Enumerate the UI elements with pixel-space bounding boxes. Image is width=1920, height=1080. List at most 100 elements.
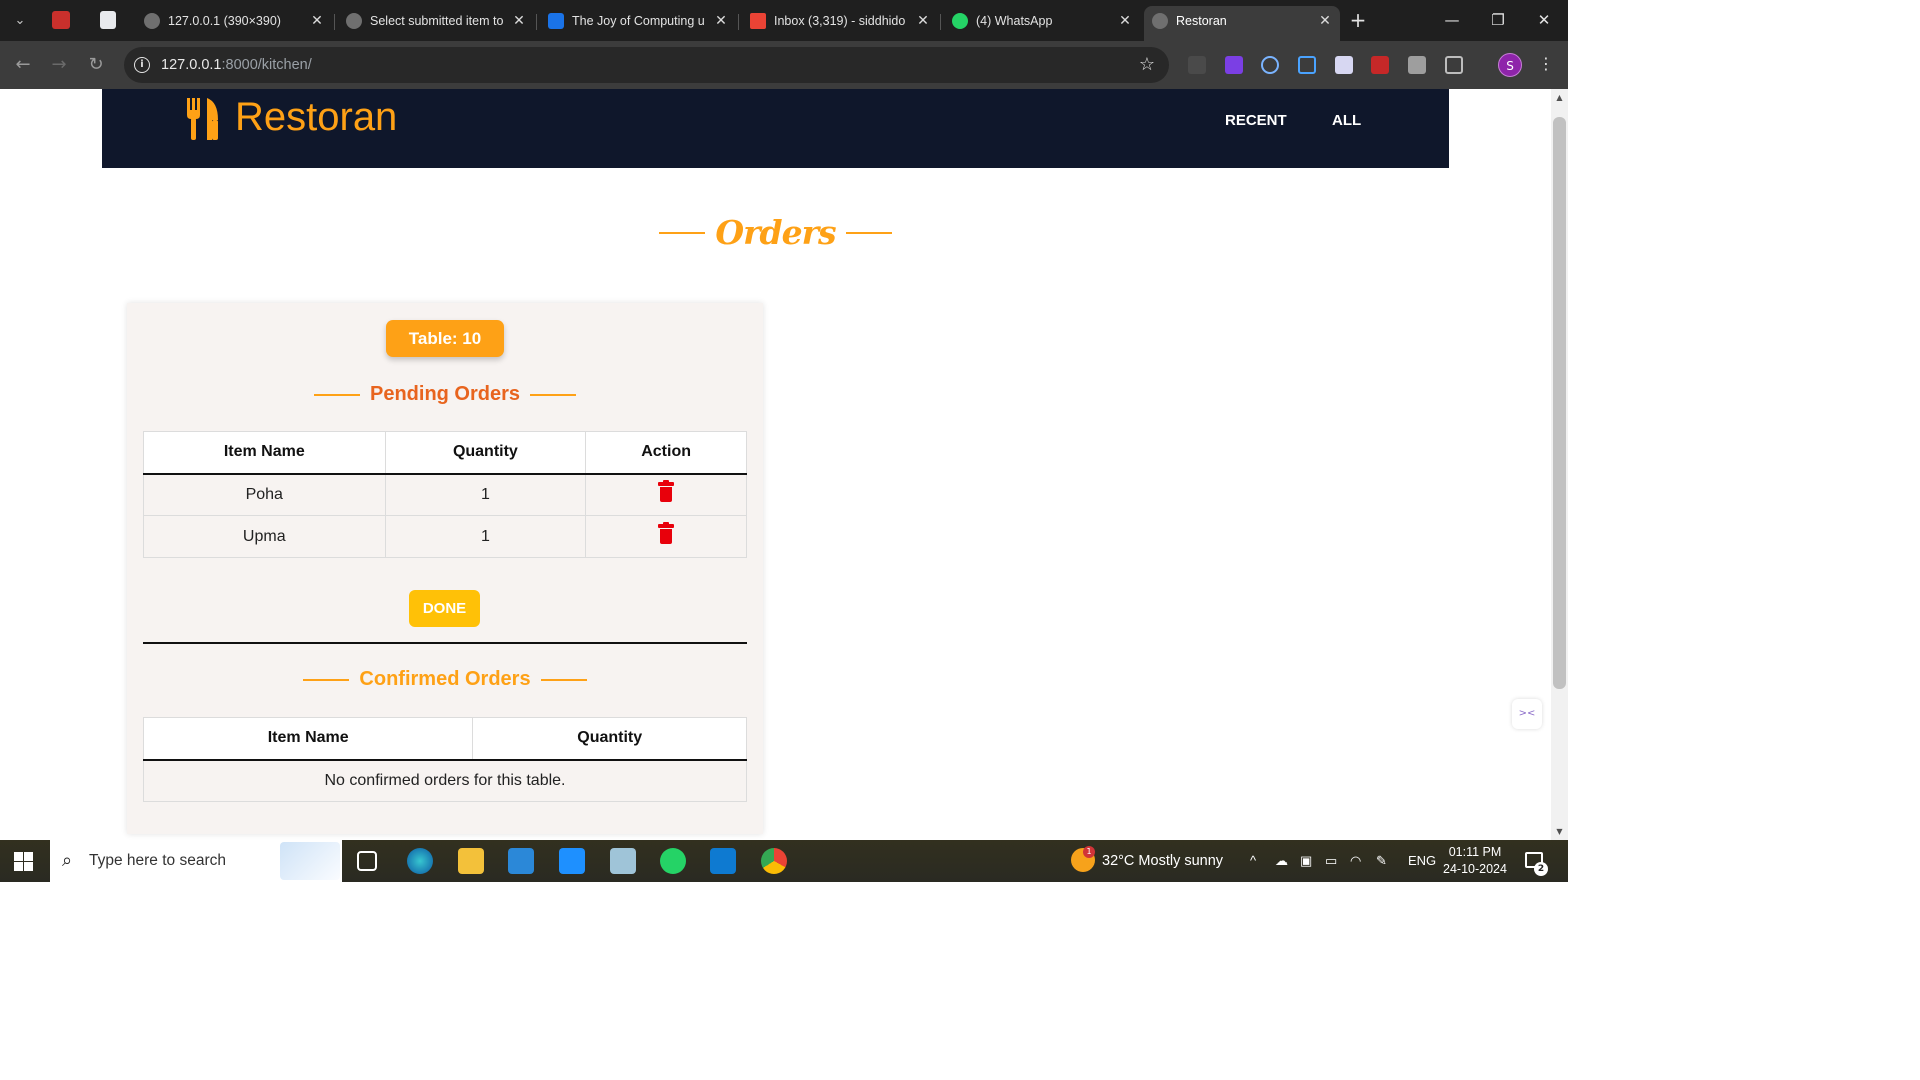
minimize-icon[interactable]: —: [1440, 9, 1464, 31]
heading-rule-right: [845, 231, 892, 234]
mail-icon[interactable]: [559, 848, 585, 874]
scroll-down-icon[interactable]: ▼: [1551, 827, 1568, 836]
gmail-icon: [750, 13, 766, 29]
heading-rule-left: [313, 393, 360, 396]
close-tab-icon[interactable]: ✕: [1318, 6, 1332, 36]
done-button[interactable]: DONE: [409, 590, 480, 627]
meet-now-icon[interactable]: ▣: [1300, 840, 1312, 882]
notes-app-icon[interactable]: [610, 848, 636, 874]
pinned-tab-pdf-icon[interactable]: [52, 11, 70, 29]
notification-count-badge: 2: [1534, 862, 1548, 876]
column-header-item-name: Item Name: [142, 717, 474, 760]
extension-gear-icon[interactable]: [1261, 56, 1279, 74]
extension-crop-icon[interactable]: [1298, 56, 1316, 74]
extension-check-icon[interactable]: [1225, 56, 1243, 74]
trash-icon[interactable]: [658, 522, 675, 544]
heading-rule-left: [659, 231, 706, 234]
item-name-cell: Upma: [143, 515, 386, 558]
reading-mode-icon[interactable]: [1188, 56, 1206, 74]
weather-text[interactable]: 32°C Mostly sunny: [1102, 840, 1223, 882]
extension-qr-icon[interactable]: [1408, 56, 1426, 74]
browser-tab-5[interactable]: (4) WhatsApp ✕: [944, 6, 1140, 36]
orders-heading: Orders: [0, 213, 1551, 252]
back-icon[interactable]: ←: [12, 54, 34, 76]
table-number-badge: Table: 10: [386, 320, 504, 357]
microsoft-store-icon[interactable]: [508, 848, 534, 874]
close-tab-icon[interactable]: ✕: [512, 6, 526, 36]
battery-icon[interactable]: ▭: [1325, 840, 1337, 882]
brand-logo-text[interactable]: Restoran: [235, 95, 397, 140]
utensils-icon: [187, 98, 218, 140]
system-clock[interactable]: 01:11 PM 24-10-2024: [1440, 844, 1510, 878]
address-bar[interactable]: i 127.0.0.1:8000/kitchen/ ☆: [124, 47, 1169, 83]
tab-search-dropdown-icon[interactable]: ⌄: [9, 10, 31, 32]
language-indicator[interactable]: ENG: [1408, 840, 1436, 882]
pending-orders-table: Item Name Quantity Action Poha 1 Upma 1: [143, 431, 747, 558]
task-view-icon[interactable]: [357, 851, 377, 871]
page-scrollbar[interactable]: ▲ ▼: [1551, 89, 1568, 840]
tab-separator: [334, 14, 335, 30]
search-icon: ⌕: [62, 850, 73, 871]
bookmark-star-icon[interactable]: ☆: [1139, 47, 1155, 83]
browser-tab-2[interactable]: Select submitted item to ✕: [338, 6, 534, 36]
windows-taskbar: ⌕ Type here to search 1 32°C Mostly sunn…: [0, 840, 1568, 882]
scroll-up-icon[interactable]: ▲: [1551, 93, 1568, 102]
section-divider: [143, 642, 747, 644]
reload-icon[interactable]: ↻: [85, 54, 107, 76]
browser-tab-4[interactable]: Inbox (3,319) - siddhido ✕: [742, 6, 938, 36]
clock-date: 24-10-2024: [1443, 862, 1507, 876]
restore-icon[interactable]: ❐: [1486, 9, 1510, 31]
edge-browser-icon[interactable]: [407, 848, 433, 874]
window-close-icon[interactable]: ✕: [1532, 9, 1556, 31]
weather-alert-badge: 1: [1083, 846, 1095, 858]
extensions-puzzle-icon[interactable]: [1445, 56, 1463, 74]
column-header-action: Action: [585, 431, 747, 474]
url-host: 127.0.0.1: [161, 57, 222, 73]
extension-record-icon[interactable]: [1371, 56, 1389, 74]
extension-screenshot-icon[interactable]: [1335, 56, 1353, 74]
nav-link-all[interactable]: ALL: [1332, 112, 1361, 129]
vscode-icon[interactable]: [710, 848, 736, 874]
browser-toolbar: ← → ↻ i 127.0.0.1:8000/kitchen/ ☆: [0, 41, 1568, 89]
confirmed-orders-title: Confirmed Orders: [359, 668, 531, 690]
show-hidden-icons-icon[interactable]: ^: [1250, 840, 1256, 882]
whatsapp-taskbar-icon[interactable]: [660, 848, 686, 874]
forward-icon[interactable]: →: [48, 54, 70, 76]
globe-icon: [346, 13, 362, 29]
heading-rule-right: [530, 393, 577, 396]
windows-start-icon[interactable]: [14, 852, 33, 871]
browser-tab-3[interactable]: The Joy of Computing u ✕: [540, 6, 736, 36]
action-cell: [585, 473, 747, 516]
file-explorer-icon[interactable]: [458, 848, 484, 874]
pen-icon[interactable]: ✎: [1376, 840, 1387, 882]
pinned-tab-docs-icon[interactable]: [100, 11, 116, 29]
table-header-row: Item Name Quantity: [142, 717, 747, 760]
nav-link-recent[interactable]: RECENT: [1225, 112, 1287, 129]
taskbar-search-box[interactable]: ⌕ Type here to search: [50, 840, 342, 882]
tab-title: Select submitted item to: [370, 14, 504, 28]
trash-icon[interactable]: [658, 480, 675, 503]
url-text[interactable]: 127.0.0.1:8000/kitchen/: [161, 47, 312, 83]
browser-tab-1[interactable]: 127.0.0.1 (390×390) ✕: [136, 6, 332, 36]
browser-menu-icon[interactable]: ⋮: [1538, 54, 1554, 73]
new-tab-button[interactable]: +: [1347, 9, 1369, 31]
profile-avatar[interactable]: S: [1498, 53, 1522, 77]
heading-rule-right: [540, 678, 587, 681]
table-row: Upma 1: [143, 515, 747, 558]
browser-tab-active[interactable]: Restoran ✕: [1144, 6, 1340, 41]
pending-orders-heading: Pending Orders: [127, 383, 763, 406]
chrome-taskbar-icon[interactable]: [761, 848, 787, 874]
browser-tab-bar: ⌄ 127.0.0.1 (390×390) ✕ Select submitted…: [0, 0, 1568, 41]
quantity-cell: 1: [384, 473, 587, 516]
floating-widget-icon[interactable]: ><: [1512, 699, 1542, 729]
tab-title: 127.0.0.1 (390×390): [168, 14, 281, 28]
site-info-icon[interactable]: i: [134, 57, 150, 73]
close-tab-icon[interactable]: ✕: [1118, 6, 1132, 36]
close-tab-icon[interactable]: ✕: [714, 6, 728, 36]
scrollbar-thumb[interactable]: [1553, 117, 1566, 689]
close-tab-icon[interactable]: ✕: [916, 6, 930, 36]
wifi-icon[interactable]: ◠: [1350, 840, 1361, 882]
onedrive-icon[interactable]: ☁: [1275, 840, 1288, 882]
table-row: Poha 1: [143, 473, 747, 516]
close-tab-icon[interactable]: ✕: [310, 6, 324, 36]
